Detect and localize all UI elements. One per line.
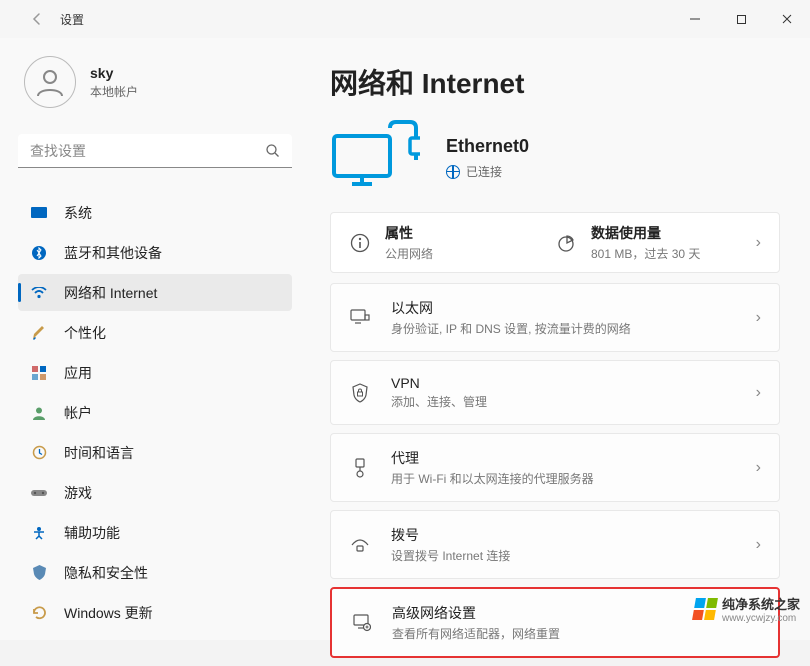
person-icon [30,404,48,422]
watermark-url: www.ycwjzy.com [722,613,800,624]
network-header: Ethernet0 已连接 [330,118,780,198]
card-title: 属性 [385,223,433,243]
chevron-right-icon: › [756,234,761,252]
chevron-right-icon: › [756,459,761,477]
card-desc: 用于 Wi-Fi 和以太网连接的代理服务器 [391,470,756,487]
apps-icon [30,364,48,382]
search-icon [265,143,280,158]
sidebar-item-label: Windows 更新 [64,603,153,623]
card-desc: 设置拨号 Internet 连接 [391,547,756,564]
card-desc: 身份验证, IP 和 DNS 设置, 按流量计费的网络 [391,320,756,337]
user-name: sky [90,65,138,81]
sidebar-item-time-language[interactable]: 时间和语言 [18,434,292,471]
shield-lock-icon [349,382,371,404]
ethernet-icon [349,307,371,329]
update-icon [30,604,48,622]
bluetooth-icon [30,244,48,262]
sidebar-item-personalization[interactable]: 个性化 [18,314,292,351]
card-title: VPN [391,375,756,391]
sidebar-item-label: 应用 [64,363,92,383]
sidebar-item-label: 游戏 [64,483,92,503]
accessibility-icon [30,524,48,542]
dialup-icon [349,534,371,556]
brush-icon [30,324,48,342]
chevron-right-icon: › [756,536,761,554]
pie-chart-icon [555,232,577,254]
card-title: 代理 [391,448,756,468]
card-desc: 801 MB，过去 30 天 [591,245,756,262]
sidebar-item-label: 网络和 Internet [64,283,157,303]
dialup-card[interactable]: 拨号 设置拨号 Internet 连接 › [330,510,780,579]
proxy-icon [349,457,371,479]
shield-icon [30,564,48,582]
chevron-right-icon: › [756,384,761,402]
info-icon [349,232,371,254]
user-type: 本地帐户 [90,83,138,100]
sidebar-item-accessibility[interactable]: 辅助功能 [18,514,292,551]
globe-icon [446,165,460,179]
wifi-icon [30,284,48,302]
search-box[interactable] [18,134,292,168]
sidebar-item-bluetooth[interactable]: 蓝牙和其他设备 [18,234,292,271]
sidebar-item-label: 个性化 [64,323,106,343]
sidebar-item-update[interactable]: Windows 更新 [18,594,292,631]
sidebar-item-network[interactable]: 网络和 Internet [18,274,292,311]
sidebar-item-label: 蓝牙和其他设备 [64,243,162,263]
sidebar-item-label: 隐私和安全性 [64,563,148,583]
vpn-card[interactable]: VPN 添加、连接、管理 › [330,360,780,425]
advanced-network-icon [350,612,372,634]
data-usage-button[interactable]: 数据使用量 801 MB，过去 30 天 › [555,223,761,262]
watermark: 纯净系统之家 www.ycwjzy.com [694,594,800,624]
network-name: Ethernet0 [446,136,529,157]
watermark-name: 纯净系统之家 [722,594,800,613]
clock-icon [30,444,48,462]
properties-button[interactable]: 属性 公用网络 [349,223,555,262]
sidebar-item-privacy[interactable]: 隐私和安全性 [18,554,292,591]
card-desc: 查看所有网络适配器，网络重置 [392,625,760,642]
sidebar-item-accounts[interactable]: 帐户 [18,394,292,431]
minimize-button[interactable] [672,0,718,38]
card-title: 数据使用量 [591,223,756,243]
sidebar-item-label: 系统 [64,203,92,223]
back-button[interactable] [18,0,56,38]
sidebar-item-gaming[interactable]: 游戏 [18,474,292,511]
quick-row: 属性 公用网络 数据使用量 801 MB，过去 30 天 › [330,212,780,273]
card-desc: 添加、连接、管理 [391,393,756,410]
card-title: 拨号 [391,525,756,545]
chevron-right-icon: › [756,309,761,327]
system-icon [30,204,48,222]
ethernet-card[interactable]: 以太网 身份验证, IP 和 DNS 设置, 按流量计费的网络 › [330,283,780,352]
sidebar-item-apps[interactable]: 应用 [18,354,292,391]
watermark-logo-icon [692,598,718,620]
avatar-icon [24,56,76,108]
sidebar-item-label: 辅助功能 [64,523,120,543]
close-button[interactable] [764,0,810,38]
gamepad-icon [30,484,48,502]
sidebar-item-label: 帐户 [64,403,92,423]
app-title: 设置 [60,11,84,28]
card-desc: 公用网络 [385,245,433,262]
monitor-ethernet-icon [330,118,420,198]
page-title: 网络和 Internet [330,62,780,102]
sidebar-item-label: 时间和语言 [64,443,134,463]
search-input[interactable] [30,143,265,159]
card-title: 以太网 [391,298,756,318]
maximize-button[interactable] [718,0,764,38]
proxy-card[interactable]: 代理 用于 Wi-Fi 和以太网连接的代理服务器 › [330,433,780,502]
sidebar-item-system[interactable]: 系统 [18,194,292,231]
user-account[interactable]: sky 本地帐户 [18,56,292,108]
network-status: 已连接 [466,163,502,180]
